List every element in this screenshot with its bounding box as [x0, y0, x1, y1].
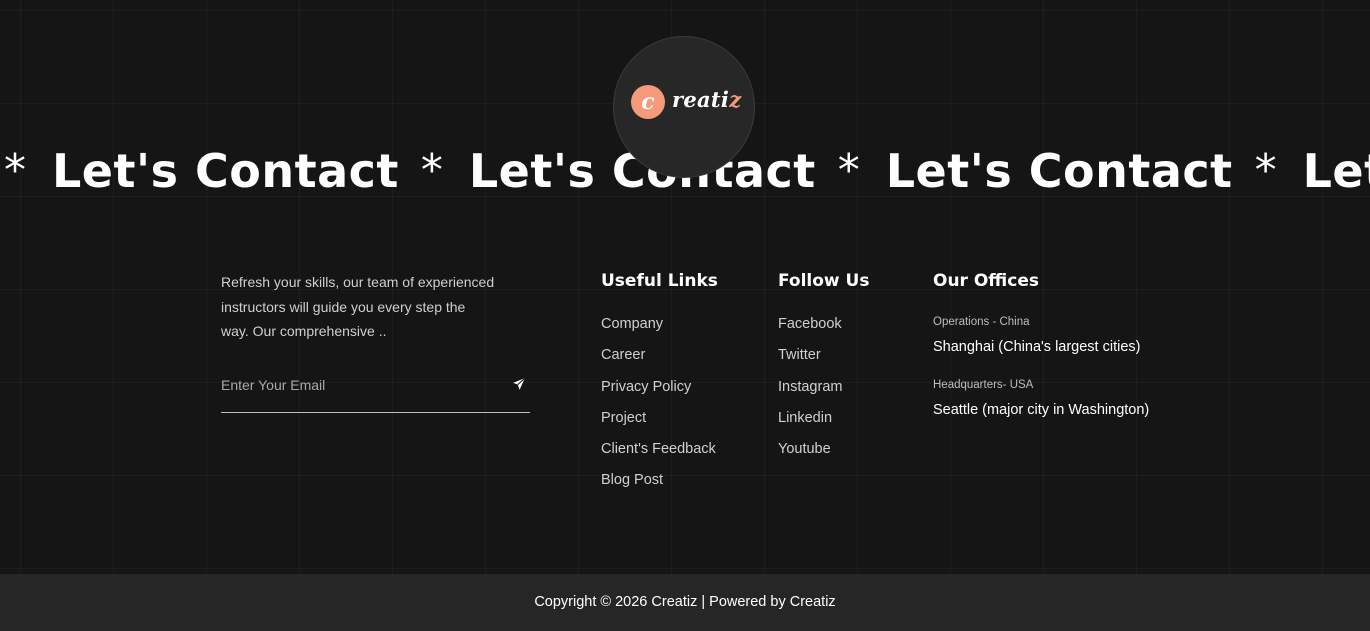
- social-link-instagram[interactable]: Instagram: [778, 377, 869, 397]
- office-city: Shanghai (China's largest cities): [933, 339, 1141, 355]
- marquee-text[interactable]: Let's Contact: [1303, 138, 1370, 204]
- office-label: Headquarters- USA: [933, 379, 1034, 391]
- footer-section: * Let's Contact * Let's Contact * Let's Conta…: [0, 0, 1370, 631]
- about-text-line: Refresh your skills, our team of experie…: [221, 274, 495, 290]
- useful-link-privacy-policy[interactable]: Privacy Policy: [601, 377, 718, 397]
- email-input[interactable]: [221, 372, 491, 398]
- useful-link-career[interactable]: Career: [601, 345, 718, 365]
- copyright-text: Copyright © 2026 Creatiz | Powered by Cr…: [534, 594, 836, 610]
- marquee-text[interactable]: Let's Contact: [886, 138, 1233, 204]
- useful-links-column: Useful Links Company Career Privacy Poli…: [601, 270, 718, 502]
- newsletter-form: [221, 372, 530, 413]
- marquee-text[interactable]: Let's Contact: [52, 138, 399, 204]
- logo-mark-icon: c: [631, 85, 665, 119]
- useful-link-clients-feedback[interactable]: Client's Feedback: [601, 439, 718, 459]
- marquee-star-icon: *: [837, 145, 860, 196]
- useful-link-company[interactable]: Company: [601, 314, 718, 334]
- social-link-twitter[interactable]: Twitter: [778, 345, 869, 365]
- about-text: Refresh your skills, our team of experie…: [221, 270, 511, 344]
- follow-us-title: Follow Us: [778, 271, 870, 291]
- about-text-line: way. Our comprehensive ..: [221, 323, 387, 339]
- marquee-star-icon: *: [1254, 145, 1277, 196]
- social-link-youtube[interactable]: Youtube: [778, 439, 869, 459]
- logo-word-accent: z: [729, 87, 742, 112]
- follow-us-column: Follow Us Facebook Twitter Instagram Lin…: [778, 270, 869, 470]
- office-item: Headquarters- USA Seattle (major city in…: [933, 377, 1149, 420]
- useful-links-list: Company Career Privacy Policy Project Cl…: [601, 314, 718, 490]
- office-city: Seattle (major city in Washington): [933, 402, 1150, 418]
- paper-plane-icon: [512, 377, 526, 394]
- office-item: Operations - China Shanghai (China's lar…: [933, 314, 1149, 357]
- logo-wordmark: reatiz: [672, 87, 741, 112]
- useful-links-title: Useful Links: [601, 271, 718, 291]
- useful-link-project[interactable]: Project: [601, 408, 718, 428]
- social-links-list: Facebook Twitter Instagram Linkedin Yout…: [778, 314, 869, 459]
- useful-link-blog-post[interactable]: Blog Post: [601, 470, 718, 490]
- marquee-star-icon: *: [4, 145, 26, 196]
- social-link-facebook[interactable]: Facebook: [778, 314, 869, 334]
- copyright-bar: Copyright © 2026 Creatiz | Powered by Cr…: [0, 574, 1370, 631]
- social-link-linkedin[interactable]: Linkedin: [778, 408, 869, 428]
- offices-title: Our Offices: [933, 271, 1039, 291]
- office-label: Operations - China: [933, 316, 1030, 328]
- send-button[interactable]: [508, 374, 530, 396]
- offices-column: Our Offices Operations - China Shanghai …: [933, 270, 1149, 440]
- about-block: Refresh your skills, our team of experie…: [221, 270, 511, 344]
- marquee-star-icon: *: [420, 145, 443, 196]
- logo-word-main: reati: [672, 87, 730, 112]
- logo[interactable]: c reatiz: [613, 36, 755, 178]
- about-text-line: instructors will guide you every step th…: [221, 298, 466, 315]
